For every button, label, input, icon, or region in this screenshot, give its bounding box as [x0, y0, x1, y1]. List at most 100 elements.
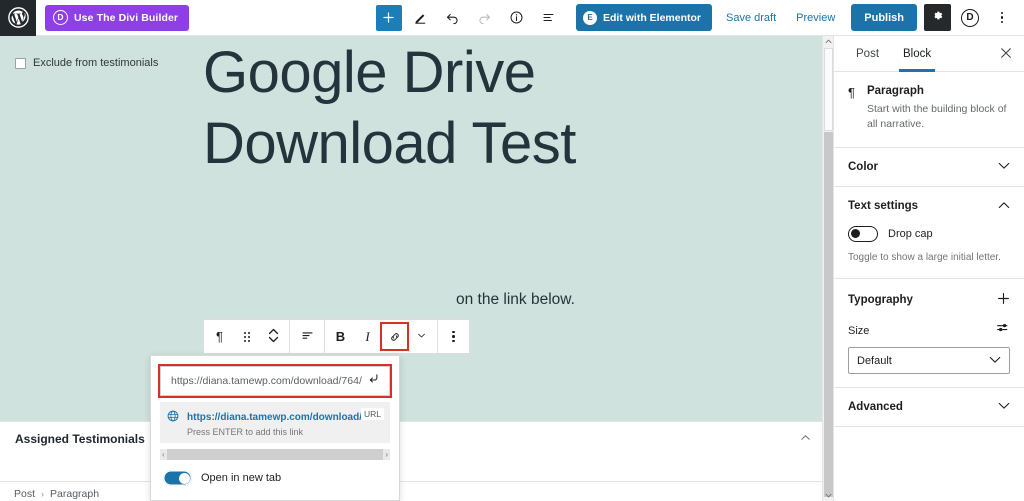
editor-canvas[interactable]: Google Drive Download Test on the link b…	[0, 36, 822, 421]
text-align-button[interactable]	[292, 320, 322, 353]
link-button[interactable]	[380, 320, 409, 353]
section-advanced[interactable]: Advanced	[834, 388, 1024, 427]
block-options-group	[438, 320, 469, 353]
exclude-from-testimonials-checkbox[interactable]	[15, 57, 26, 69]
paragraph-tail-text: on the link below.	[456, 291, 575, 308]
breadcrumb-current[interactable]: Paragraph	[50, 488, 99, 500]
scroll-left-arrow-icon[interactable]: ‹	[160, 449, 167, 460]
chevron-up-icon[interactable]	[998, 201, 1010, 212]
save-draft-button[interactable]: Save draft	[716, 12, 786, 24]
scrollbar-thumb[interactable]	[824, 48, 833, 131]
post-title[interactable]: Google Drive Download Test	[203, 37, 623, 179]
edit-with-elementor-button[interactable]: E Edit with Elementor	[575, 4, 712, 31]
section-typography: Typography Size Default	[834, 279, 1024, 388]
settings-sidebar: Post Block ¶ Paragraph Start with the bu…	[833, 36, 1024, 501]
chevron-down-icon[interactable]	[998, 162, 1010, 173]
size-control-header: Size	[848, 307, 1010, 340]
settings-button[interactable]	[924, 4, 951, 31]
size-label: Size	[848, 324, 870, 337]
breadcrumb-root[interactable]: Post	[14, 488, 35, 500]
drop-cap-label: Drop cap	[888, 228, 933, 240]
add-block-button[interactable]	[375, 4, 402, 31]
use-divi-builder-button[interactable]: D Use The Divi Builder	[45, 4, 190, 31]
block-info-text: Paragraph Start with the building block …	[867, 85, 1010, 132]
elementor-logo-icon: E	[582, 10, 597, 25]
divi-logo-icon: D	[53, 10, 68, 25]
sliders-icon	[996, 322, 1010, 339]
typography-reset-button[interactable]	[996, 321, 1010, 340]
block-navigation-button[interactable]	[536, 5, 562, 31]
drop-cap-toggle[interactable]	[848, 226, 878, 242]
section-color-header[interactable]: Color	[848, 161, 1010, 173]
plus-icon[interactable]	[997, 292, 1010, 307]
section-advanced-header[interactable]: Advanced	[848, 401, 1010, 413]
open-in-new-tab-label: Open in new tab	[201, 472, 282, 484]
more-rich-text-button[interactable]	[408, 320, 435, 353]
link-suggestion-hint: Press ENTER to add this link	[187, 427, 304, 437]
section-text-settings-header[interactable]: Text settings	[848, 200, 1010, 212]
section-typography-header[interactable]: Typography	[848, 292, 1010, 307]
preview-button[interactable]: Preview	[786, 12, 845, 24]
paragraph-block-text[interactable]: on the link below.	[203, 288, 803, 312]
block-drag-handle[interactable]	[233, 320, 260, 353]
section-text-settings: Text settings Drop cap Toggle to show a …	[834, 187, 1024, 279]
italic-button[interactable]: I	[354, 320, 381, 353]
editor-status-bar	[0, 481, 822, 501]
link-url-field-wrapper: https://diana.tamewp.com/download/764/	[158, 364, 392, 398]
drop-cap-help-text: Toggle to show a large initial letter.	[848, 252, 1001, 263]
edit-mode-pencil-button[interactable]	[408, 5, 434, 31]
drop-cap-row[interactable]: Drop cap	[848, 226, 1010, 242]
content-info-button[interactable]	[504, 5, 530, 31]
chevron-down-icon[interactable]	[998, 402, 1010, 413]
chevron-down-icon	[989, 355, 1001, 367]
link-suggestion-hscrollbar[interactable]: ‹ ›	[160, 449, 390, 460]
italic-icon: I	[365, 328, 370, 344]
divi-options-button[interactable]: D	[957, 5, 983, 31]
exclude-from-testimonials-row[interactable]: Exclude from testimonials	[15, 57, 158, 69]
bold-button[interactable]: B	[327, 320, 354, 353]
open-in-new-tab-row[interactable]: Open in new tab	[163, 470, 390, 486]
kebab-menu-icon	[452, 330, 455, 343]
scrollbar-track[interactable]	[824, 132, 833, 497]
open-in-new-tab-toggle[interactable]	[163, 470, 192, 486]
editor-vertical-scrollbar[interactable]	[822, 36, 833, 501]
block-name: Paragraph	[866, 85, 924, 97]
panel-collapse-button[interactable]	[801, 433, 810, 443]
wordpress-logo-icon	[7, 7, 29, 28]
tab-block[interactable]: Block	[891, 36, 943, 72]
paragraph-pilcrow-icon: ¶	[848, 85, 855, 100]
scroll-right-arrow-icon[interactable]: ›	[383, 449, 390, 460]
size-select[interactable]: Default	[848, 347, 1010, 374]
block-type-group: ¶	[204, 320, 290, 353]
editor-window: D Use The Divi Builder E Edit with Eleme…	[0, 0, 1024, 501]
bold-icon: B	[335, 329, 346, 344]
rich-text-group: B I	[325, 320, 438, 353]
wordpress-logo-button[interactable]	[0, 0, 36, 36]
link-url-input[interactable]: https://diana.tamewp.com/download/764/	[160, 366, 390, 396]
link-suggestion-url: https://diana.tamewp.com/download/764/	[187, 412, 382, 423]
block-type-paragraph-button[interactable]: ¶	[206, 320, 233, 353]
block-move-updown-button[interactable]	[260, 320, 287, 353]
tab-post[interactable]: Post	[844, 36, 891, 71]
divi-round-icon: D	[961, 8, 979, 27]
section-color[interactable]: Color	[834, 148, 1024, 187]
elementor-label: Edit with Elementor	[602, 11, 701, 24]
size-select-value: Default	[857, 354, 892, 367]
toggle-knob	[178, 472, 190, 484]
block-more-options-button[interactable]	[440, 320, 467, 353]
move-up-down-icon	[268, 326, 279, 348]
publish-button[interactable]: Publish	[851, 4, 917, 31]
align-group	[290, 320, 325, 353]
more-options-button[interactable]	[989, 5, 1015, 31]
section-text-settings-title: Text settings	[848, 200, 919, 212]
close-sidebar-button[interactable]	[998, 46, 1014, 62]
link-submit-button[interactable]	[362, 370, 384, 392]
redo-button[interactable]	[472, 5, 498, 31]
section-advanced-title: Advanced	[848, 401, 903, 413]
enter-arrow-icon	[366, 371, 381, 391]
block-description: Start with the building block of all nar…	[866, 103, 1007, 130]
section-typography-title: Typography	[848, 293, 913, 306]
undo-button[interactable]	[440, 5, 466, 31]
link-suggestion-item[interactable]: https://diana.tamewp.com/download/764/ P…	[160, 402, 390, 443]
link-icon	[380, 322, 409, 351]
